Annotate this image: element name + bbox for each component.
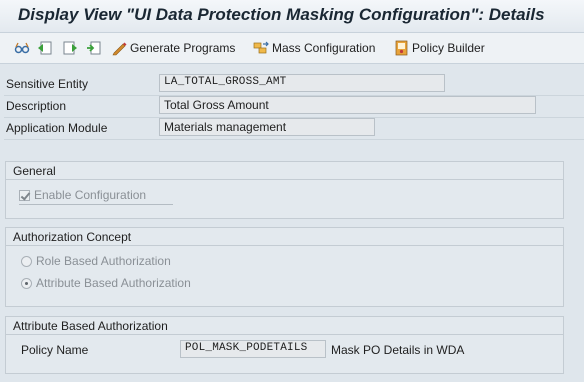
toolbar: Generate Programs Mass Configuration Pol… [0,33,584,64]
title-bar: Display View "UI Data Protection Masking… [0,0,584,33]
policy-name-field[interactable]: POL_MASK_PODETAILS [180,340,326,358]
row-divider [4,139,584,140]
role-based-authorization-radio[interactable]: Role Based Authorization [21,254,171,268]
enable-configuration-label: Enable Configuration [34,188,147,202]
generate-programs-label: Generate Programs [130,41,236,55]
details-content: Sensitive Entity LA_TOTAL_GROSS_AMT Desc… [0,64,584,382]
sensitive-entity-label: Sensitive Entity [6,77,89,91]
export-button[interactable] [86,38,102,58]
authorization-concept-group: Authorization Concept Role Based Authori… [5,227,564,307]
generate-programs-button[interactable]: Generate Programs [111,38,235,58]
general-group: General Enable Configuration [5,161,564,219]
enable-configuration-checkbox[interactable]: Enable Configuration [19,188,146,202]
previous-entry-button[interactable] [37,38,53,58]
checkbox-underline [19,204,173,205]
attribute-based-authorization-title: Attribute Based Authorization [6,317,563,335]
next-entry-button[interactable] [62,38,78,58]
role-based-authorization-label: Role Based Authorization [36,254,171,268]
mass-configuration-icon [253,40,269,56]
policy-name-label: Policy Name [21,343,89,357]
export-icon [86,40,102,56]
pencil-icon [111,40,127,56]
attribute-based-authorization-label: Attribute Based Authorization [36,276,191,290]
next-entry-icon [62,40,78,56]
mass-configuration-label: Mass Configuration [272,41,376,55]
mass-configuration-button[interactable]: Mass Configuration [253,38,375,58]
policy-builder-icon [393,40,409,56]
checkbox-checked-icon [19,189,30,201]
policy-builder-button[interactable]: Policy Builder [393,38,485,58]
description-label: Description [6,99,67,113]
display-change-button[interactable] [14,38,30,58]
previous-entry-icon [37,40,53,56]
radio-unselected-icon [21,255,32,267]
page-title: Display View "UI Data Protection Masking… [18,5,545,24]
sensitive-entity-field[interactable]: LA_TOTAL_GROSS_AMT [159,74,445,92]
radio-selected-icon [21,277,32,289]
policy-builder-label: Policy Builder [412,41,485,55]
attribute-based-authorization-group: Attribute Based Authorization Policy Nam… [5,316,564,374]
application-module-field[interactable]: Materials management [159,118,375,136]
glasses-icon [14,40,30,56]
general-group-title: General [6,162,563,180]
attribute-based-authorization-radio[interactable]: Attribute Based Authorization [21,276,191,290]
policy-description: Mask PO Details in WDA [331,343,465,357]
authorization-concept-title: Authorization Concept [6,228,563,246]
application-module-label: Application Module [6,121,108,135]
description-field[interactable]: Total Gross Amount [159,96,536,114]
